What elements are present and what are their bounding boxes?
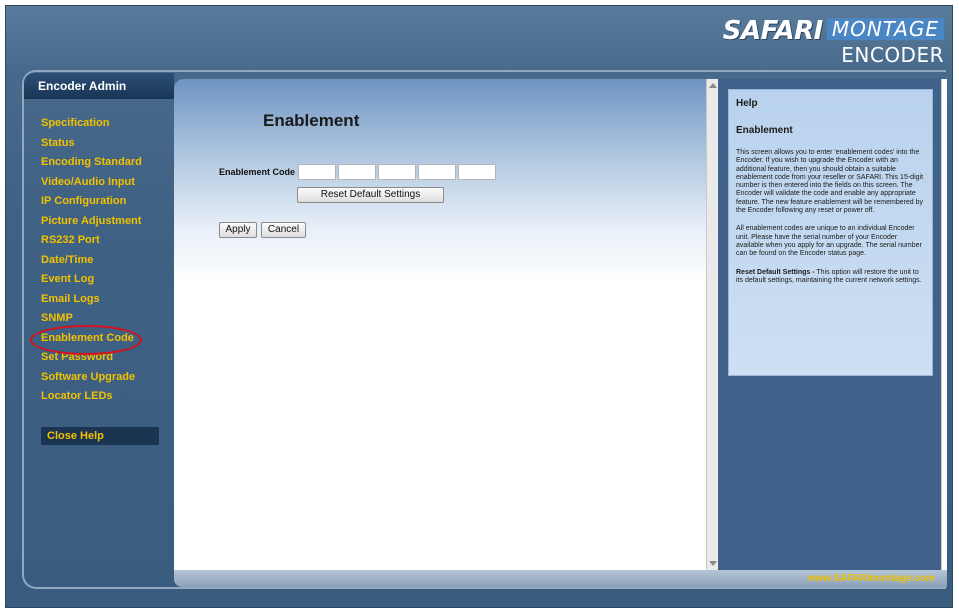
logo-encoder-text: ENCODER bbox=[841, 43, 944, 67]
help-paragraph-1: This screen allows you to enter 'enablem… bbox=[736, 149, 924, 215]
logo-montage-text: MONTAGE bbox=[826, 18, 944, 40]
help-reset-term: Reset Default Settings - bbox=[736, 268, 815, 276]
enablement-code-field-2[interactable] bbox=[338, 164, 376, 180]
page-title: Enablement bbox=[263, 111, 360, 130]
logo-safari-text: SAFARI bbox=[722, 16, 824, 46]
cancel-button[interactable]: Cancel bbox=[261, 222, 306, 238]
help-subtitle: Enablement bbox=[736, 125, 793, 136]
sidebar-item-date-time[interactable]: Date/Time bbox=[41, 254, 171, 274]
sidebar-item-video-audio-input[interactable]: Video/Audio Input bbox=[41, 176, 171, 196]
help-paragraph-2: All enablement codes are unique to an in… bbox=[736, 225, 922, 258]
footer-bar: www.SAFARImontage.com bbox=[174, 570, 947, 587]
sidebar-item-locator-leds[interactable]: Locator LEDs bbox=[41, 390, 171, 410]
help-paragraph-3: Reset Default Settings - This option wil… bbox=[736, 269, 924, 286]
header-band: SAFARI MONTAGE ENCODER bbox=[6, 6, 952, 76]
help-title: Help bbox=[736, 98, 758, 109]
help-box: Help Enablement This screen allows you t… bbox=[728, 89, 933, 376]
sidebar-item-software-upgrade[interactable]: Software Upgrade bbox=[41, 371, 171, 391]
main-scrollbar[interactable] bbox=[706, 79, 718, 570]
sidebar-item-picture-adjustment[interactable]: Picture Adjustment bbox=[41, 215, 171, 235]
close-help-button[interactable]: Close Help bbox=[41, 427, 159, 445]
brand-logo: SAFARI MONTAGE ENCODER bbox=[723, 18, 944, 65]
sidebar-item-rs232-port[interactable]: RS232 Port bbox=[41, 234, 171, 254]
scroll-down-icon[interactable] bbox=[709, 561, 717, 566]
scroll-up-icon[interactable] bbox=[709, 83, 717, 88]
sidebar-item-status[interactable]: Status bbox=[41, 137, 171, 157]
footer-url-link[interactable]: www.SAFARImontage.com bbox=[808, 573, 935, 584]
sidebar-item-ip-configuration[interactable]: IP Configuration bbox=[41, 195, 171, 215]
apply-button[interactable]: Apply bbox=[219, 222, 257, 238]
sidebar-item-event-log[interactable]: Event Log bbox=[41, 273, 171, 293]
page-scrollbar[interactable] bbox=[941, 79, 947, 570]
sidebar-item-email-logs[interactable]: Email Logs bbox=[41, 293, 171, 313]
enablement-code-field-3[interactable] bbox=[378, 164, 416, 180]
reset-default-settings-button[interactable]: Reset Default Settings bbox=[297, 187, 444, 203]
sidebar-item-specification[interactable]: Specification bbox=[41, 117, 171, 137]
sidebar-nav: Specification Status Encoding Standard V… bbox=[41, 117, 171, 410]
enablement-code-field-5[interactable] bbox=[458, 164, 496, 180]
sidebar-item-encoding-standard[interactable]: Encoding Standard bbox=[41, 156, 171, 176]
enablement-code-highlight-ring bbox=[30, 325, 142, 355]
main-content-area bbox=[174, 79, 706, 570]
enablement-code-field-4[interactable] bbox=[418, 164, 456, 180]
encoder-admin-tab: Encoder Admin bbox=[24, 73, 174, 99]
enablement-code-field-1[interactable] bbox=[298, 164, 336, 180]
enablement-code-label: Enablement Code bbox=[219, 167, 296, 177]
